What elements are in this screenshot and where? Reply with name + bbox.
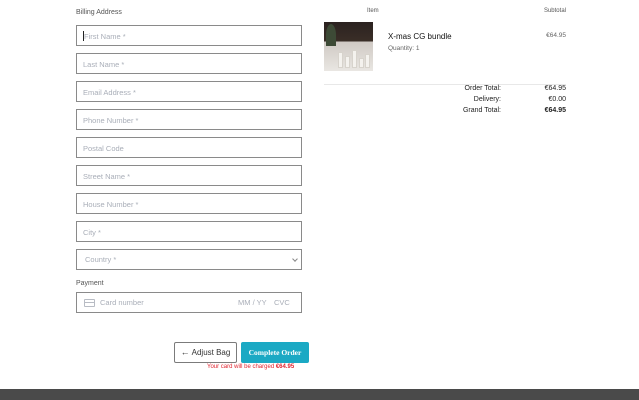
- totals-list: Order Total: €64.95 Delivery: €0.00 Gran…: [324, 85, 566, 118]
- grand-total-value: €64.95: [544, 107, 566, 114]
- city-input[interactable]: [77, 223, 301, 242]
- footer-bar: [0, 389, 639, 400]
- country-select[interactable]: Country *: [76, 249, 302, 270]
- street-name-input[interactable]: [77, 167, 301, 186]
- order-total-row: Order Total: €64.95: [324, 85, 566, 96]
- last-name-input[interactable]: [77, 55, 301, 74]
- grand-total-label: Grand Total:: [462, 107, 501, 114]
- adjust-bag-label: Adjust Bag: [191, 348, 231, 357]
- summary-header: Item Subtotal: [324, 8, 566, 18]
- charge-note-text: Your card will be charged: [207, 364, 275, 370]
- phone-input[interactable]: [77, 111, 301, 130]
- item-column-header: Item: [367, 8, 379, 14]
- product-row: X-mas CG bundle Quantity: 1 €64.95: [324, 18, 566, 80]
- last-name-field[interactable]: [76, 53, 302, 74]
- text-cursor: [83, 31, 84, 41]
- city-field[interactable]: [76, 221, 302, 242]
- payment-heading: Payment: [76, 280, 104, 287]
- adjust-bag-button[interactable]: ← Adjust Bag: [174, 342, 237, 363]
- checkout-page: Billing Address Country * Pa: [0, 0, 639, 400]
- delivery-label: Delivery:: [473, 96, 501, 103]
- email-field[interactable]: [76, 81, 302, 102]
- postal-code-input[interactable]: [77, 139, 301, 158]
- country-select-value: Country *: [85, 255, 117, 264]
- billing-address-heading: Billing Address: [76, 9, 122, 16]
- chevron-down-icon: [292, 256, 298, 262]
- order-total-label: Order Total:: [464, 85, 501, 92]
- delivery-row: Delivery: €0.00: [324, 96, 566, 107]
- email-input[interactable]: [77, 83, 301, 102]
- order-total-value: €64.95: [544, 85, 566, 92]
- card-expiry-placeholder: MM / YY: [238, 298, 267, 307]
- billing-form: Billing Address Country * Pa: [76, 8, 302, 313]
- house-number-field[interactable]: [76, 193, 302, 214]
- credit-card-icon: [84, 299, 95, 307]
- arrow-left-icon: ←: [180, 347, 190, 357]
- house-number-input[interactable]: [77, 195, 301, 214]
- product-thumbnail: [324, 22, 373, 71]
- street-name-field[interactable]: [76, 165, 302, 186]
- charge-amount: €64.95: [275, 364, 295, 370]
- card-number-placeholder: Card number: [100, 298, 144, 307]
- order-summary: Item Subtotal X-mas CG bundle Quantity: …: [324, 8, 566, 118]
- first-name-field[interactable]: [76, 25, 302, 46]
- complete-order-button[interactable]: Complete Order: [241, 342, 309, 363]
- delivery-value: €0.00: [548, 96, 566, 103]
- card-cvc-placeholder: CVC: [274, 298, 290, 307]
- product-price: €64.95: [546, 32, 566, 39]
- phone-field[interactable]: [76, 109, 302, 130]
- card-input-field[interactable]: Card number MM / YY CVC: [76, 292, 302, 313]
- postal-code-field[interactable]: [76, 137, 302, 158]
- subtotal-column-header: Subtotal: [543, 8, 566, 14]
- first-name-input[interactable]: [77, 27, 301, 46]
- charge-note: Your card will be charged €64.95: [207, 364, 347, 370]
- product-quantity: Quantity: 1: [388, 45, 420, 52]
- grand-total-row: Grand Total: €64.95: [324, 107, 566, 118]
- product-name: X-mas CG bundle: [388, 32, 452, 41]
